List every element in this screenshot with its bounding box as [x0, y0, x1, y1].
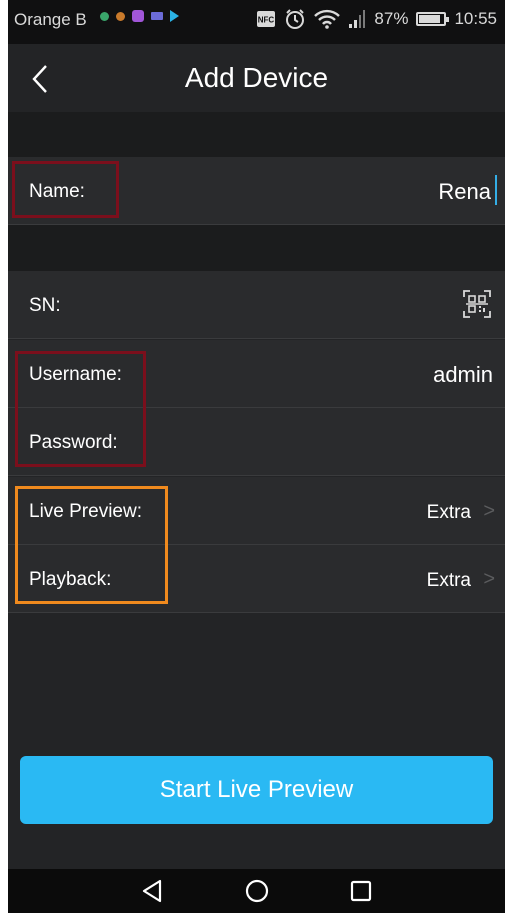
live-preview-value: Extra [426, 502, 471, 523]
highlight-box-credentials [15, 351, 146, 467]
nfc-icon: NFC [257, 11, 276, 27]
wifi-icon [314, 9, 341, 29]
battery-icon [416, 12, 450, 26]
section-gap [8, 112, 505, 157]
email-icon [151, 12, 163, 20]
username-input[interactable]: admin [433, 362, 493, 388]
recents-square-icon[interactable] [346, 877, 376, 905]
home-circle-icon[interactable] [242, 877, 272, 905]
notification-icon [100, 11, 109, 21]
playback-value: Extra [426, 570, 471, 591]
section-gap [8, 225, 505, 271]
play-store-icon [170, 10, 179, 22]
start-live-preview-button[interactable]: Start Live Preview [20, 756, 493, 824]
svg-text:NFC: NFC [258, 16, 275, 25]
app-header: Add Device [8, 44, 505, 112]
back-triangle-icon[interactable] [138, 877, 168, 905]
battery-percent: 87% [374, 9, 409, 28]
page-title: Add Device [184, 62, 329, 93]
sn-label: SN: [29, 295, 61, 316]
name-input[interactable]: Rena [438, 179, 491, 205]
qr-scan-icon[interactable] [463, 290, 491, 318]
navigation-bar [8, 869, 505, 913]
alarm-icon [286, 9, 305, 29]
notification-icons [100, 10, 179, 22]
highlight-box-stream [15, 486, 168, 604]
notification-icon [116, 11, 125, 21]
text-cursor [495, 175, 497, 205]
status-bar: Orange B NFC 87% 10:55 [8, 0, 505, 44]
sn-row[interactable]: SN: [8, 271, 505, 339]
chevron-right-icon: > [483, 568, 495, 590]
carrier-name: Orange B [14, 10, 87, 29]
gallery-icon [132, 10, 144, 22]
status-icons: NFC 87% 10:55 [256, 8, 497, 30]
phone-screen: Orange B NFC 87% 10:55 Add Device Name: … [8, 0, 505, 913]
chevron-right-icon: > [483, 500, 495, 522]
clock: 10:55 [454, 9, 497, 28]
battery-level [419, 15, 441, 23]
signal-icon [349, 10, 366, 28]
highlight-box-name [12, 161, 119, 218]
